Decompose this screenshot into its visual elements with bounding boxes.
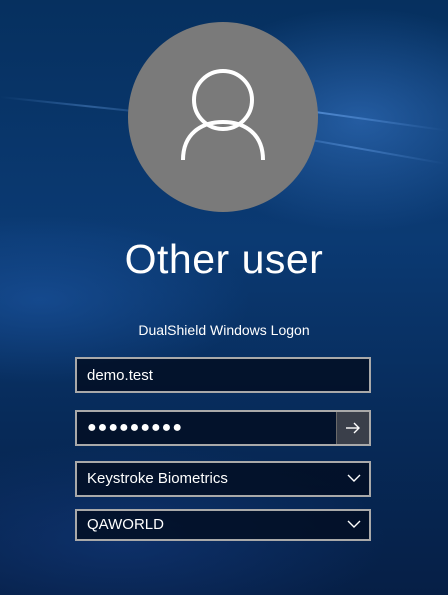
chevron-down-icon — [347, 474, 361, 482]
chevron-down-icon — [347, 520, 361, 528]
credential-provider-title: DualShield Windows Logon — [138, 322, 310, 338]
avatar — [128, 22, 318, 212]
auth-method-dropdown[interactable]: Keystroke Biometrics — [75, 461, 371, 497]
password-masked-value: ●●●●●●●●● — [87, 419, 183, 436]
arrow-right-icon — [346, 422, 360, 434]
domain-value: QAWORLD — [87, 516, 164, 533]
username-input[interactable] — [77, 359, 369, 391]
submit-button[interactable] — [336, 412, 369, 444]
user-silhouette-icon — [181, 69, 265, 161]
user-display-name: Other user — [124, 236, 324, 282]
domain-dropdown[interactable]: QAWORLD — [75, 509, 371, 541]
username-field[interactable] — [75, 357, 371, 393]
password-field[interactable]: ●●●●●●●●● — [75, 410, 371, 446]
auth-method-value: Keystroke Biometrics — [87, 470, 228, 487]
